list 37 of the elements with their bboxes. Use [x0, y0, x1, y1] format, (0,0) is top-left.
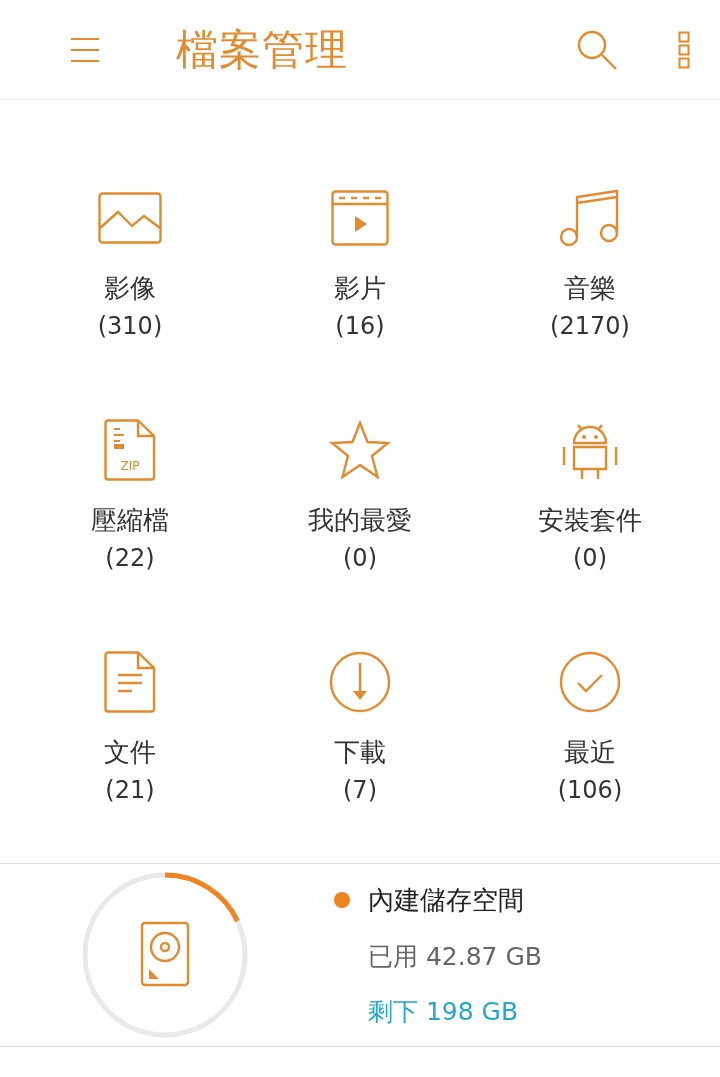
- category-label[interactable]: 音樂: [564, 271, 616, 306]
- more-button[interactable]: [678, 30, 690, 69]
- category-label[interactable]: 壓縮檔: [91, 503, 169, 538]
- category-count: (106): [557, 776, 623, 804]
- download-icon: [329, 651, 391, 713]
- category-count: (22): [105, 544, 155, 572]
- category-label[interactable]: 影像: [104, 271, 156, 306]
- category-count: (310): [97, 312, 163, 340]
- storage-name: 內建儲存空間: [368, 883, 524, 917]
- category-label[interactable]: 下載: [334, 735, 386, 770]
- menu-button[interactable]: [70, 36, 100, 63]
- free-space: 剩下 198 GB: [368, 995, 520, 1028]
- image-icon: [98, 192, 162, 244]
- category-count: (2170): [550, 312, 630, 340]
- music-note-icon: [559, 189, 621, 247]
- category-label[interactable]: 安裝套件: [538, 503, 642, 538]
- category-count: (21): [105, 776, 155, 804]
- category-label[interactable]: 我的最愛: [308, 503, 412, 538]
- category-count: (16): [335, 312, 385, 340]
- document-icon: [104, 651, 156, 713]
- star-icon: [329, 420, 391, 480]
- category-count: (0): [343, 544, 377, 572]
- hard-drive-icon: [140, 921, 190, 987]
- category-label[interactable]: 最近: [564, 735, 616, 770]
- checkmark-icon: [559, 651, 621, 713]
- storage-panel[interactable]: 內建儲存空間 已用 42.87 GB 剩下 198 GB: [0, 863, 720, 1047]
- search-button[interactable]: [576, 28, 618, 71]
- video-icon: [331, 190, 389, 246]
- used-space: 已用 42.87 GB: [368, 940, 542, 973]
- category-count: (0): [573, 544, 607, 572]
- more-icon: [678, 30, 690, 69]
- menu-icon: [70, 36, 100, 63]
- app-title: 檔案管理: [176, 23, 349, 76]
- search-icon: [576, 28, 618, 71]
- category-label[interactable]: 影片: [334, 271, 386, 306]
- category-count: (7): [343, 776, 377, 804]
- category-label[interactable]: 文件: [104, 735, 156, 770]
